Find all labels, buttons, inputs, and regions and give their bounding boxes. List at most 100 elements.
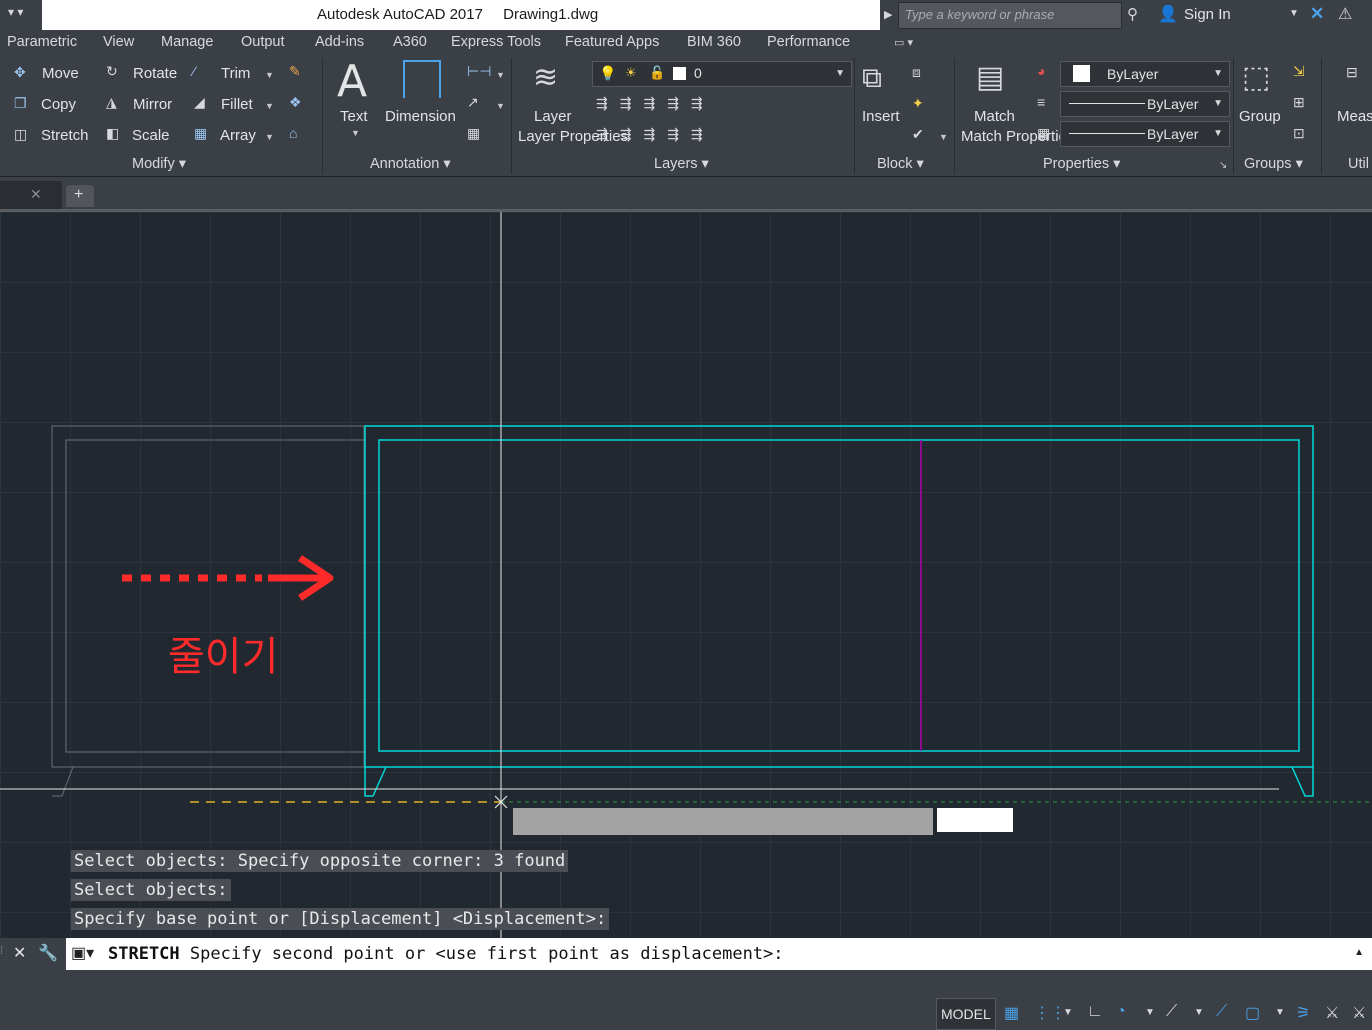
- tab-featured-apps[interactable]: Featured Apps: [565, 34, 659, 50]
- leader-icon[interactable]: ↗: [467, 94, 479, 111]
- tab-bim-360[interactable]: BIM 360: [687, 34, 741, 50]
- customize-wrench-icon[interactable]: 🔧: [38, 943, 58, 963]
- snap-mode-icon[interactable]: ⋮⋮: [1034, 1003, 1066, 1023]
- ribbon-toggle-icon[interactable]: ▭ ▾: [894, 36, 913, 49]
- move-button[interactable]: Move: [42, 65, 79, 82]
- dynamic-input-field[interactable]: [937, 808, 1013, 832]
- color-dropdown[interactable]: ByLayer ▼: [1060, 61, 1230, 87]
- trim-dropdown-icon[interactable]: ▼: [265, 70, 274, 80]
- user-icon: 👤: [1158, 6, 1178, 23]
- auto-scale-icon[interactable]: ⚔: [1325, 1003, 1339, 1023]
- polar-tracking-icon[interactable]: ◔: [1116, 1003, 1126, 1021]
- fillet-dropdown-icon[interactable]: ▼: [265, 101, 274, 111]
- tab-parametric[interactable]: Parametric: [7, 34, 77, 50]
- tab-view[interactable]: View: [103, 34, 134, 50]
- array-dropdown-icon[interactable]: ▼: [265, 132, 274, 142]
- layer-dropdown[interactable]: 💡 ☀ 🔓 0 ▼: [592, 61, 852, 87]
- array-button[interactable]: Array: [220, 127, 256, 144]
- exchange-icon[interactable]: ✕: [1310, 4, 1324, 24]
- ortho-mode-icon[interactable]: ∟: [1087, 1003, 1103, 1021]
- unlock-icon: 🔓: [649, 65, 666, 80]
- group-edit-icon[interactable]: ⊞: [1293, 94, 1305, 111]
- text-dropdown-icon[interactable]: ▼: [351, 128, 360, 138]
- object-snap-icon[interactable]: ▢: [1245, 1003, 1260, 1023]
- properties-launcher-icon[interactable]: ↘: [1219, 160, 1227, 171]
- fillet-button[interactable]: Fillet: [221, 96, 253, 113]
- drawing-canvas[interactable]: 줄이기: [0, 212, 1372, 938]
- binoculars-icon[interactable]: ⚲: [1127, 5, 1138, 23]
- tab-express-tools[interactable]: Express Tools: [451, 34, 541, 50]
- object-snap-dropdown-icon[interactable]: ▼: [1275, 1007, 1285, 1018]
- measure-button[interactable]: Meas: [1337, 108, 1372, 125]
- isodraft-dropdown-icon[interactable]: ▼: [1194, 1007, 1204, 1018]
- block-attributes-icon[interactable]: ✔: [912, 126, 924, 143]
- text-button[interactable]: Text: [340, 108, 368, 125]
- close-tab-icon[interactable]: ✕: [30, 186, 42, 203]
- panel-title-modify[interactable]: Modify ▾: [132, 156, 186, 172]
- insert-button[interactable]: Insert: [862, 108, 900, 125]
- object-snap-tracking-icon[interactable]: ⟋: [1216, 1003, 1227, 1021]
- color-wheel-icon: ◕: [1037, 63, 1046, 79]
- sign-in-link[interactable]: Sign In: [1184, 6, 1231, 23]
- command-history-up-icon[interactable]: ▲: [1354, 947, 1364, 958]
- mirror-button[interactable]: Mirror: [133, 96, 172, 113]
- layer-tools-row2-icon[interactable]: ⇶⇶⇶⇶⇶: [596, 126, 715, 143]
- layer-tools-row1-icon[interactable]: ⇶⇶⇶⇶⇶: [596, 95, 715, 112]
- drawing-tab[interactable]: ✕: [0, 181, 62, 209]
- annotation-visibility-icon[interactable]: ⚞: [1296, 1003, 1310, 1023]
- new-tab-button[interactable]: +: [66, 185, 94, 207]
- dimension-button[interactable]: Dimension: [385, 108, 456, 125]
- leader-dropdown-icon[interactable]: ▼: [496, 101, 505, 111]
- quick-access-dropdown-icon[interactable]: ▾ ▾: [8, 5, 23, 19]
- linear-dimension-dropdown-icon[interactable]: ▼: [496, 70, 505, 80]
- ungroup-icon[interactable]: ⇲: [1293, 63, 1305, 80]
- command-input[interactable]: ▣▾ STRETCH Specify second point or <use …: [66, 938, 1372, 970]
- command-grip-icon[interactable]: ⁞: [0, 945, 3, 957]
- layer-properties-button[interactable]: Layer: [534, 108, 572, 125]
- block-attributes-dropdown-icon[interactable]: ▼: [939, 132, 948, 142]
- sign-in-dropdown-icon[interactable]: ▼: [1289, 8, 1299, 19]
- rotate-button[interactable]: Rotate: [133, 65, 177, 82]
- tab-output[interactable]: Output: [241, 34, 285, 50]
- stretch-button[interactable]: Stretch: [41, 127, 89, 144]
- stretched-cabinet[interactable]: [364, 425, 1314, 797]
- grid-display-icon[interactable]: ▦: [1004, 1003, 1019, 1023]
- color-dropdown-arrow-icon: ▼: [1213, 68, 1223, 79]
- panel-title-block[interactable]: Block ▾: [877, 156, 924, 172]
- group-select-icon[interactable]: ⊡: [1293, 125, 1305, 142]
- annotation-scale-icon[interactable]: ⚔: [1352, 1003, 1366, 1023]
- erase-icon[interactable]: ✎: [289, 63, 301, 80]
- tab-add-ins[interactable]: Add-ins: [315, 34, 364, 50]
- group-button[interactable]: Group: [1239, 108, 1281, 125]
- edit-block-icon[interactable]: ✦: [912, 95, 924, 112]
- isodraft-icon[interactable]: ⟋: [1166, 1003, 1177, 1021]
- explode-icon[interactable]: ❖: [289, 94, 302, 111]
- panel-title-utilities[interactable]: Util: [1348, 156, 1369, 172]
- copy-button[interactable]: Copy: [41, 96, 76, 113]
- model-space-button[interactable]: MODEL: [936, 998, 996, 1030]
- match-properties-button[interactable]: Match: [974, 108, 1015, 125]
- scale-button[interactable]: Scale: [132, 127, 170, 144]
- snap-dropdown-icon[interactable]: ▼: [1063, 1007, 1073, 1018]
- table-icon[interactable]: ▦: [467, 125, 480, 142]
- linetype-dropdown[interactable]: ByLayer ▼: [1060, 91, 1230, 117]
- panel-title-groups[interactable]: Groups ▾: [1244, 156, 1303, 172]
- tab-manage[interactable]: Manage: [161, 34, 213, 50]
- panel-title-annotation[interactable]: Annotation ▾: [370, 156, 451, 172]
- lineweight-dropdown[interactable]: ByLayer ▼: [1060, 121, 1230, 147]
- a360-icon[interactable]: ⚠: [1338, 4, 1352, 24]
- panel-title-layers[interactable]: Layers ▾: [654, 156, 709, 172]
- search-input[interactable]: Type a keyword or phrase: [898, 2, 1122, 29]
- panel-title-properties[interactable]: Properties ▾: [1043, 156, 1120, 172]
- trim-button[interactable]: Trim: [221, 65, 250, 82]
- create-block-icon[interactable]: ⧈: [912, 64, 921, 81]
- measure-icon: ⊟: [1346, 64, 1358, 80]
- offset-icon[interactable]: ⌂: [289, 125, 297, 141]
- polar-dropdown-icon[interactable]: ▼: [1145, 1007, 1155, 1018]
- close-command-line-icon[interactable]: ✕: [13, 943, 26, 963]
- linear-dimension-icon[interactable]: ⊢⊣: [467, 63, 491, 80]
- search-expand-icon[interactable]: ▶: [884, 8, 892, 21]
- recent-commands-icon[interactable]: ▣▾: [71, 943, 94, 963]
- tab-performance[interactable]: Performance: [767, 34, 850, 50]
- tab-a360[interactable]: A360: [393, 34, 427, 50]
